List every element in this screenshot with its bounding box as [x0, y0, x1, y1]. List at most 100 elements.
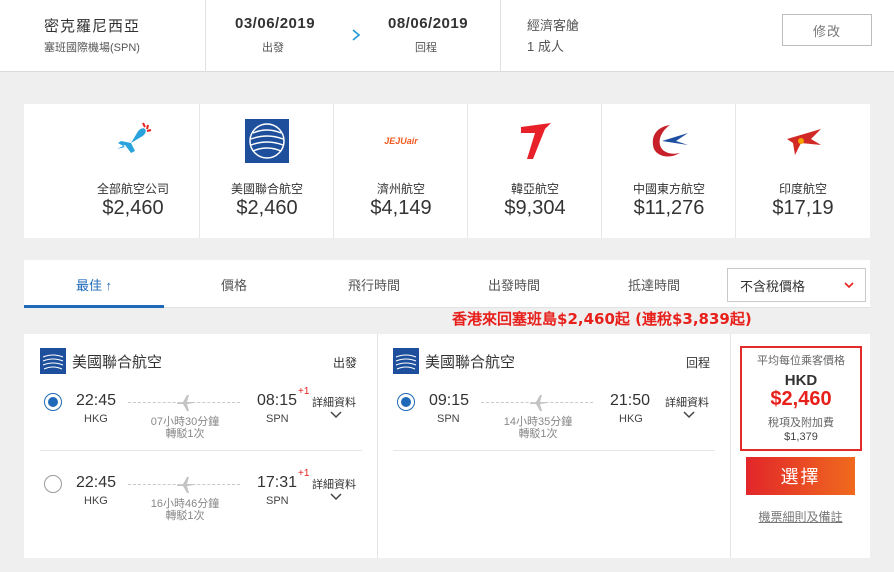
- divider: [730, 334, 731, 558]
- airline-card-air-india[interactable]: 印度航空 $17,19: [736, 104, 870, 238]
- tab-label: 最佳 ↑: [75, 277, 113, 293]
- outbound-option-1-radio[interactable]: [44, 393, 62, 411]
- sort-bar: 最佳 ↑ 價格 飛行時間 出發時間 抵達時間 不含稅價格: [24, 260, 870, 308]
- price-per-passenger-label: 平均每位乘客價格: [757, 355, 845, 367]
- depart-date-label: 出發: [262, 42, 284, 54]
- chevron-right-icon: [352, 29, 361, 41]
- search-summary-bar: 密克羅尼西亞 塞班國際機場(SPN) 03/06/2019 出發 08/06/2…: [0, 0, 894, 72]
- select-flight-button[interactable]: 選擇: [746, 457, 855, 495]
- divider: [393, 450, 715, 451]
- airline-name: 美國聯合航空: [425, 353, 516, 371]
- departure-airport: HKG: [84, 495, 108, 507]
- tax-display-select[interactable]: 不含稅價格: [727, 268, 866, 302]
- depart-date[interactable]: 03/06/2019: [235, 15, 315, 32]
- flight-duration: 16小時46分鐘: [150, 498, 220, 510]
- stop-count: 轉駁1次: [518, 428, 558, 440]
- tab-price[interactable]: 價格: [164, 260, 304, 308]
- airline-price: $4,149: [370, 197, 432, 219]
- tab-departure-time[interactable]: 出發時間: [444, 260, 584, 308]
- tab-label: 價格: [220, 277, 247, 293]
- fare-rules-link[interactable]: 機票細則及備註: [746, 508, 855, 525]
- details-link[interactable]: 詳細資料: [312, 394, 356, 410]
- promo-text: 香港來回塞班島$2,460起 (連稅$3,839起): [452, 310, 752, 328]
- departure-time: 22:45: [76, 392, 117, 409]
- chevron-down-icon: [844, 282, 854, 289]
- united-logo-icon: [393, 348, 419, 374]
- total-price: $2,460: [770, 388, 832, 410]
- chevron-down-icon[interactable]: [330, 493, 342, 501]
- china-eastern-logo-icon: [646, 118, 692, 164]
- divider: [205, 0, 206, 72]
- airline-card-all[interactable]: 全部航空公司 $2,460: [66, 104, 200, 238]
- flight-duration: 14小時35分鐘: [503, 416, 573, 428]
- return-date[interactable]: 08/06/2019: [388, 15, 468, 32]
- tab-label: 抵達時間: [627, 277, 680, 293]
- outbound-option-2-radio[interactable]: [44, 475, 62, 493]
- active-tab-indicator: [24, 305, 164, 308]
- destination-airport: 塞班國際機場(SPN): [44, 42, 140, 54]
- details-link[interactable]: 詳細資料: [665, 394, 709, 410]
- asiana-logo-icon: [512, 118, 558, 164]
- modify-button[interactable]: 修改: [782, 14, 872, 46]
- airline-card-asiana[interactable]: 韓亞航空 $9,304: [468, 104, 602, 238]
- outbound-airline: 美國聯合航空: [40, 348, 162, 374]
- airline-price: $17,19: [772, 197, 834, 219]
- tab-label: 出發時間: [487, 277, 540, 293]
- arrival-time: 17:31: [257, 474, 298, 491]
- jejuair-logo-text: JEJUair: [384, 136, 418, 146]
- airline-card-jejuair[interactable]: JEJUair 濟州航空 $4,149: [334, 104, 468, 238]
- airline-card-united[interactable]: 美國聯合航空 $2,460: [200, 104, 334, 238]
- arrival-airport: HKG: [619, 413, 643, 425]
- flight-duration: 07小時30分鐘: [150, 416, 220, 428]
- stop-count: 轉駁1次: [165, 428, 205, 440]
- divider: [40, 450, 362, 451]
- airline-price: $2,460: [236, 197, 298, 219]
- arrival-airport: SPN: [266, 413, 289, 425]
- airline-name: 美國聯合航空: [72, 353, 163, 371]
- tab-label: 飛行時間: [347, 277, 400, 293]
- currency-code: HKD: [784, 372, 818, 389]
- details-link[interactable]: 詳細資料: [312, 476, 356, 492]
- tab-arrival-time[interactable]: 抵達時間: [584, 260, 724, 308]
- air-india-logo-icon: [780, 118, 826, 164]
- airline-name: 中國東方航空: [632, 182, 705, 196]
- departure-time: 22:45: [76, 474, 117, 491]
- plane-icon: [110, 118, 156, 164]
- carousel-edge: [24, 104, 66, 238]
- airline-price: $2,460: [102, 197, 164, 219]
- plane-icon: [177, 477, 194, 493]
- return-date-label: 回程: [415, 42, 437, 54]
- divider: [500, 0, 501, 72]
- chevron-down-icon[interactable]: [683, 411, 695, 419]
- inbound-direction-label: 回程: [686, 356, 711, 370]
- inbound-airline: 美國聯合航空: [393, 348, 515, 374]
- airline-card-china-eastern[interactable]: 中國東方航空 $11,276: [602, 104, 736, 238]
- next-day-badge: +1: [298, 468, 310, 479]
- united-logo-icon: [244, 118, 290, 164]
- united-logo-icon: [40, 348, 66, 374]
- tax-select-value: 不含稅價格: [740, 278, 806, 294]
- inbound-option-1-radio[interactable]: [397, 393, 415, 411]
- departure-time: 09:15: [429, 392, 470, 409]
- next-day-badge: +1: [298, 386, 310, 397]
- departure-airport: SPN: [437, 413, 460, 425]
- tab-duration[interactable]: 飛行時間: [304, 260, 444, 308]
- price-summary: 平均每位乘客價格 HKD $2,460 稅項及附加費 $1,379: [740, 346, 862, 451]
- airline-price: $9,304: [504, 197, 566, 219]
- airline-name: 美國聯合航空: [230, 182, 303, 196]
- cabin-class: 經濟客艙: [527, 18, 580, 33]
- outbound-direction-label: 出發: [333, 356, 358, 370]
- arrival-time: 21:50: [610, 392, 651, 409]
- airline-name: 全部航空公司: [96, 182, 169, 196]
- plane-icon: [177, 395, 194, 411]
- airline-name: 濟州航空: [376, 182, 425, 196]
- passenger-count: 1 成人: [527, 39, 564, 54]
- tax-amount: $1,379: [784, 431, 818, 443]
- airline-carousel: 全部航空公司 $2,460 美國聯合航空 $2,460 JEJUair 濟州航空…: [24, 104, 870, 238]
- chevron-down-icon[interactable]: [330, 411, 342, 419]
- plane-icon: [530, 395, 547, 411]
- stop-count: 轉駁1次: [165, 510, 205, 522]
- airline-name: 印度航空: [778, 182, 827, 196]
- arrival-airport: SPN: [266, 495, 289, 507]
- tab-best[interactable]: 最佳 ↑: [24, 260, 164, 308]
